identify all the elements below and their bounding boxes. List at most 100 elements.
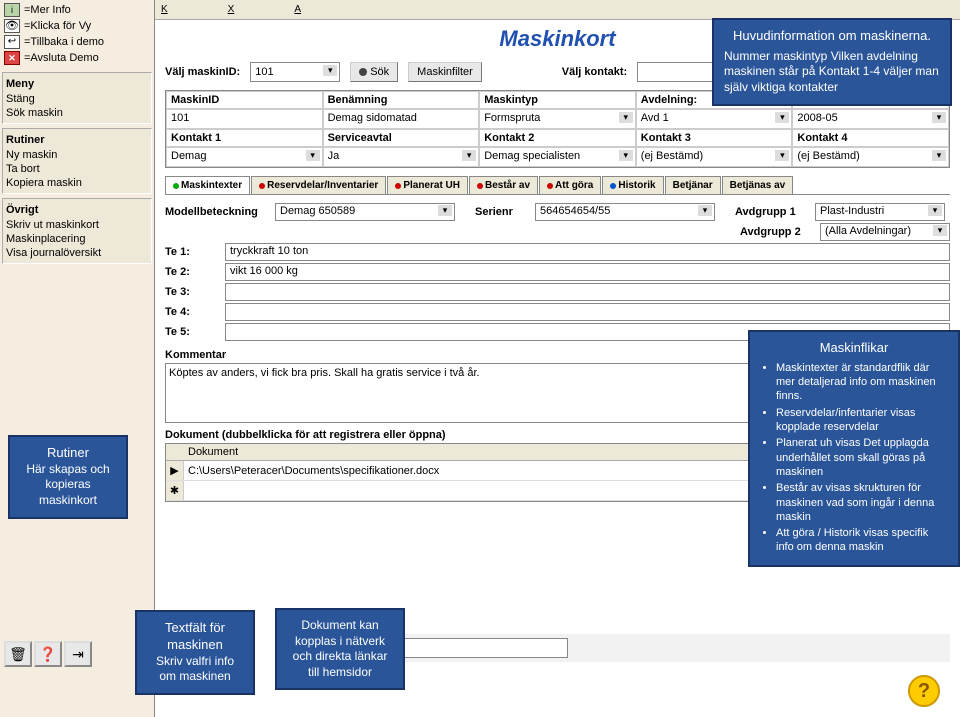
avdg1-label: Avdgrupp 1 [735,206,815,218]
ovrigt-heading: Övrigt [6,202,148,218]
avdg2-label: Avdgrupp 2 [740,226,820,238]
callout-rutiner: Rutiner Här skapas och kopieras maskinko… [8,435,128,519]
floating-help-icon[interactable]: ? [908,675,940,707]
ovrigt-item[interactable]: Skriv ut maskinkort [6,218,148,232]
legend: i =Mer Info 👁 =Klicka för Vy ↩ =Tillbaka i … [0,0,154,68]
te3-label: Te 3: [165,286,225,298]
help-icon[interactable]: ❓ [34,641,62,667]
meny-item[interactable]: Stäng [6,92,148,106]
cell[interactable]: Avd 1 [636,109,793,129]
back-icon: ↩ [4,35,20,49]
serie-label: Serienr [475,206,535,218]
col-header: Maskintyp [479,91,636,109]
eye-icon: 👁 [4,19,20,33]
ovrigt-item[interactable]: Maskinplacering [6,232,148,246]
cell[interactable]: Demag specialisten [479,147,636,167]
bottom-toolbar-icons: 🗑 ❓ ⇥ [4,641,92,667]
callout-flikar: Maskinflikar Maskintexter är standardfli… [748,330,960,567]
te2-field[interactable]: vikt 16 000 kg [225,263,950,281]
cell[interactable]: Demag [166,147,323,167]
te4-field[interactable] [225,303,950,321]
callout-huvudinfo: Huvudinformation om maskinerna. Nummer m… [712,18,952,106]
toolbar-a[interactable]: A [294,4,301,15]
maskinid-label: Välj maskinID: [165,66,240,78]
cell[interactable]: 101 [166,109,323,129]
tab-reservdelar[interactable]: Reservdelar/Inventarier [251,176,386,194]
close-icon: ✕ [4,51,20,65]
tab-bestar[interactable]: Består av [469,176,538,194]
serie-field[interactable]: 564654654/55 [535,203,715,221]
modell-field[interactable]: Demag 650589 [275,203,455,221]
legend-text: =Mer Info [24,2,71,18]
top-toolbar: K X A [155,0,960,20]
callout-dokument: Dokument kan kopplas i nätverk och direk… [275,608,405,690]
cell[interactable]: (ej Bestämd) [636,147,793,167]
te1-field[interactable]: tryckkraft 10 ton [225,243,950,261]
callout-item: Består av visas skrukturen för maskinen … [776,481,948,524]
rutiner-item[interactable]: Ta bort [6,162,148,176]
te3-field[interactable] [225,283,950,301]
maskinid-combo[interactable]: 101 [250,62,340,82]
callout-item: Planerat uh visas Det upplagda underhåll… [776,436,948,479]
cell[interactable]: Ja [323,147,480,167]
callout-item: Maskintexter är standardflik där mer det… [776,361,948,404]
meny-section: Meny Stäng Sök maskin [2,72,152,124]
avdg2-field[interactable]: (Alla Avdelningar) [820,223,950,241]
bottom-search-bar: et filter Sök [325,634,950,662]
cell[interactable]: Formspruta [479,109,636,129]
rutiner-item[interactable]: Ny maskin [6,148,148,162]
sok-button[interactable]: Sök [350,62,398,82]
col-header: Kontakt 4 [792,129,949,147]
te1-label: Te 1: [165,246,225,258]
trash-icon[interactable]: 🗑 [4,641,32,667]
col-header: Serviceavtal [323,129,480,147]
info-icon: i [4,3,20,17]
maskinfilter-button[interactable]: Maskinfilter [408,62,482,82]
tab-maskintexter[interactable]: Maskintexter [165,176,250,194]
callout-item: Att göra / Historik visas specifik info … [776,526,948,555]
cell[interactable]: (ej Bestämd) [792,147,949,167]
tab-historik[interactable]: Historik [602,176,663,194]
col-header: MaskinID [166,91,323,109]
cell[interactable]: 2008-05 [792,109,949,129]
col-header: Benämning [323,91,480,109]
tab-attgora[interactable]: Att göra [539,176,601,194]
callout-body: Här skapas och kopieras maskinkort [20,462,116,509]
callout-title: Maskinflikar [760,340,948,357]
callout-body: Nummer maskintyp Vilken avdelning maskin… [724,49,940,96]
te5-label: Te 5: [165,326,225,338]
meny-heading: Meny [6,76,148,92]
exit-icon[interactable]: ⇥ [64,641,92,667]
col-header: Kontakt 3 [636,129,793,147]
rutiner-section: Rutiner Ny maskin Ta bort Kopiera maskin [2,128,152,194]
tab-betjanas[interactable]: Betjänas av [722,176,794,194]
cell[interactable]: Demag sidomatad [323,109,480,129]
rutiner-item[interactable]: Kopiera maskin [6,176,148,190]
page-title: Maskinkort [499,26,615,51]
callout-title: Huvudinformation om maskinerna. [724,28,940,45]
legend-text: =Klicka för Vy [24,18,91,34]
callout-list: Maskintexter är standardflik där mer det… [760,361,948,555]
te4-label: Te 4: [165,306,225,318]
avdg1-field[interactable]: Plast-Industri [815,203,945,221]
row-marker-new: ✱ [166,481,184,500]
rutiner-heading: Rutiner [6,132,148,148]
col-header: Kontakt 2 [479,129,636,147]
callout-title: Textfält för maskinen [147,620,243,654]
modell-label: Modellbeteckning [165,206,275,218]
dokument-col: Dokument [188,446,238,458]
ovrigt-item[interactable]: Visa journalöversikt [6,246,148,260]
legend-text: =Tillbaka i demo [24,34,104,50]
tab-bar: Maskintexter Reservdelar/Inventarier Pla… [165,176,950,195]
toolbar-x[interactable]: X [228,4,235,15]
sidebar: i =Mer Info 👁 =Klicka för Vy ↩ =Tillbaka i … [0,0,155,717]
toolbar-k[interactable]: K [161,4,168,15]
col-header: Kontakt 1 [166,129,323,147]
callout-textfalt: Textfält för maskinen Skriv valfri info … [135,610,255,695]
te2-label: Te 2: [165,266,225,278]
callout-item: Reservdelar/infentarier visas kopplade r… [776,406,948,435]
tab-betjanar[interactable]: Betjänar [665,176,721,194]
callout-body: Skriv valfri info om maskinen [147,654,243,685]
meny-item[interactable]: Sök maskin [6,106,148,120]
tab-planerat[interactable]: Planerat UH [387,176,468,194]
